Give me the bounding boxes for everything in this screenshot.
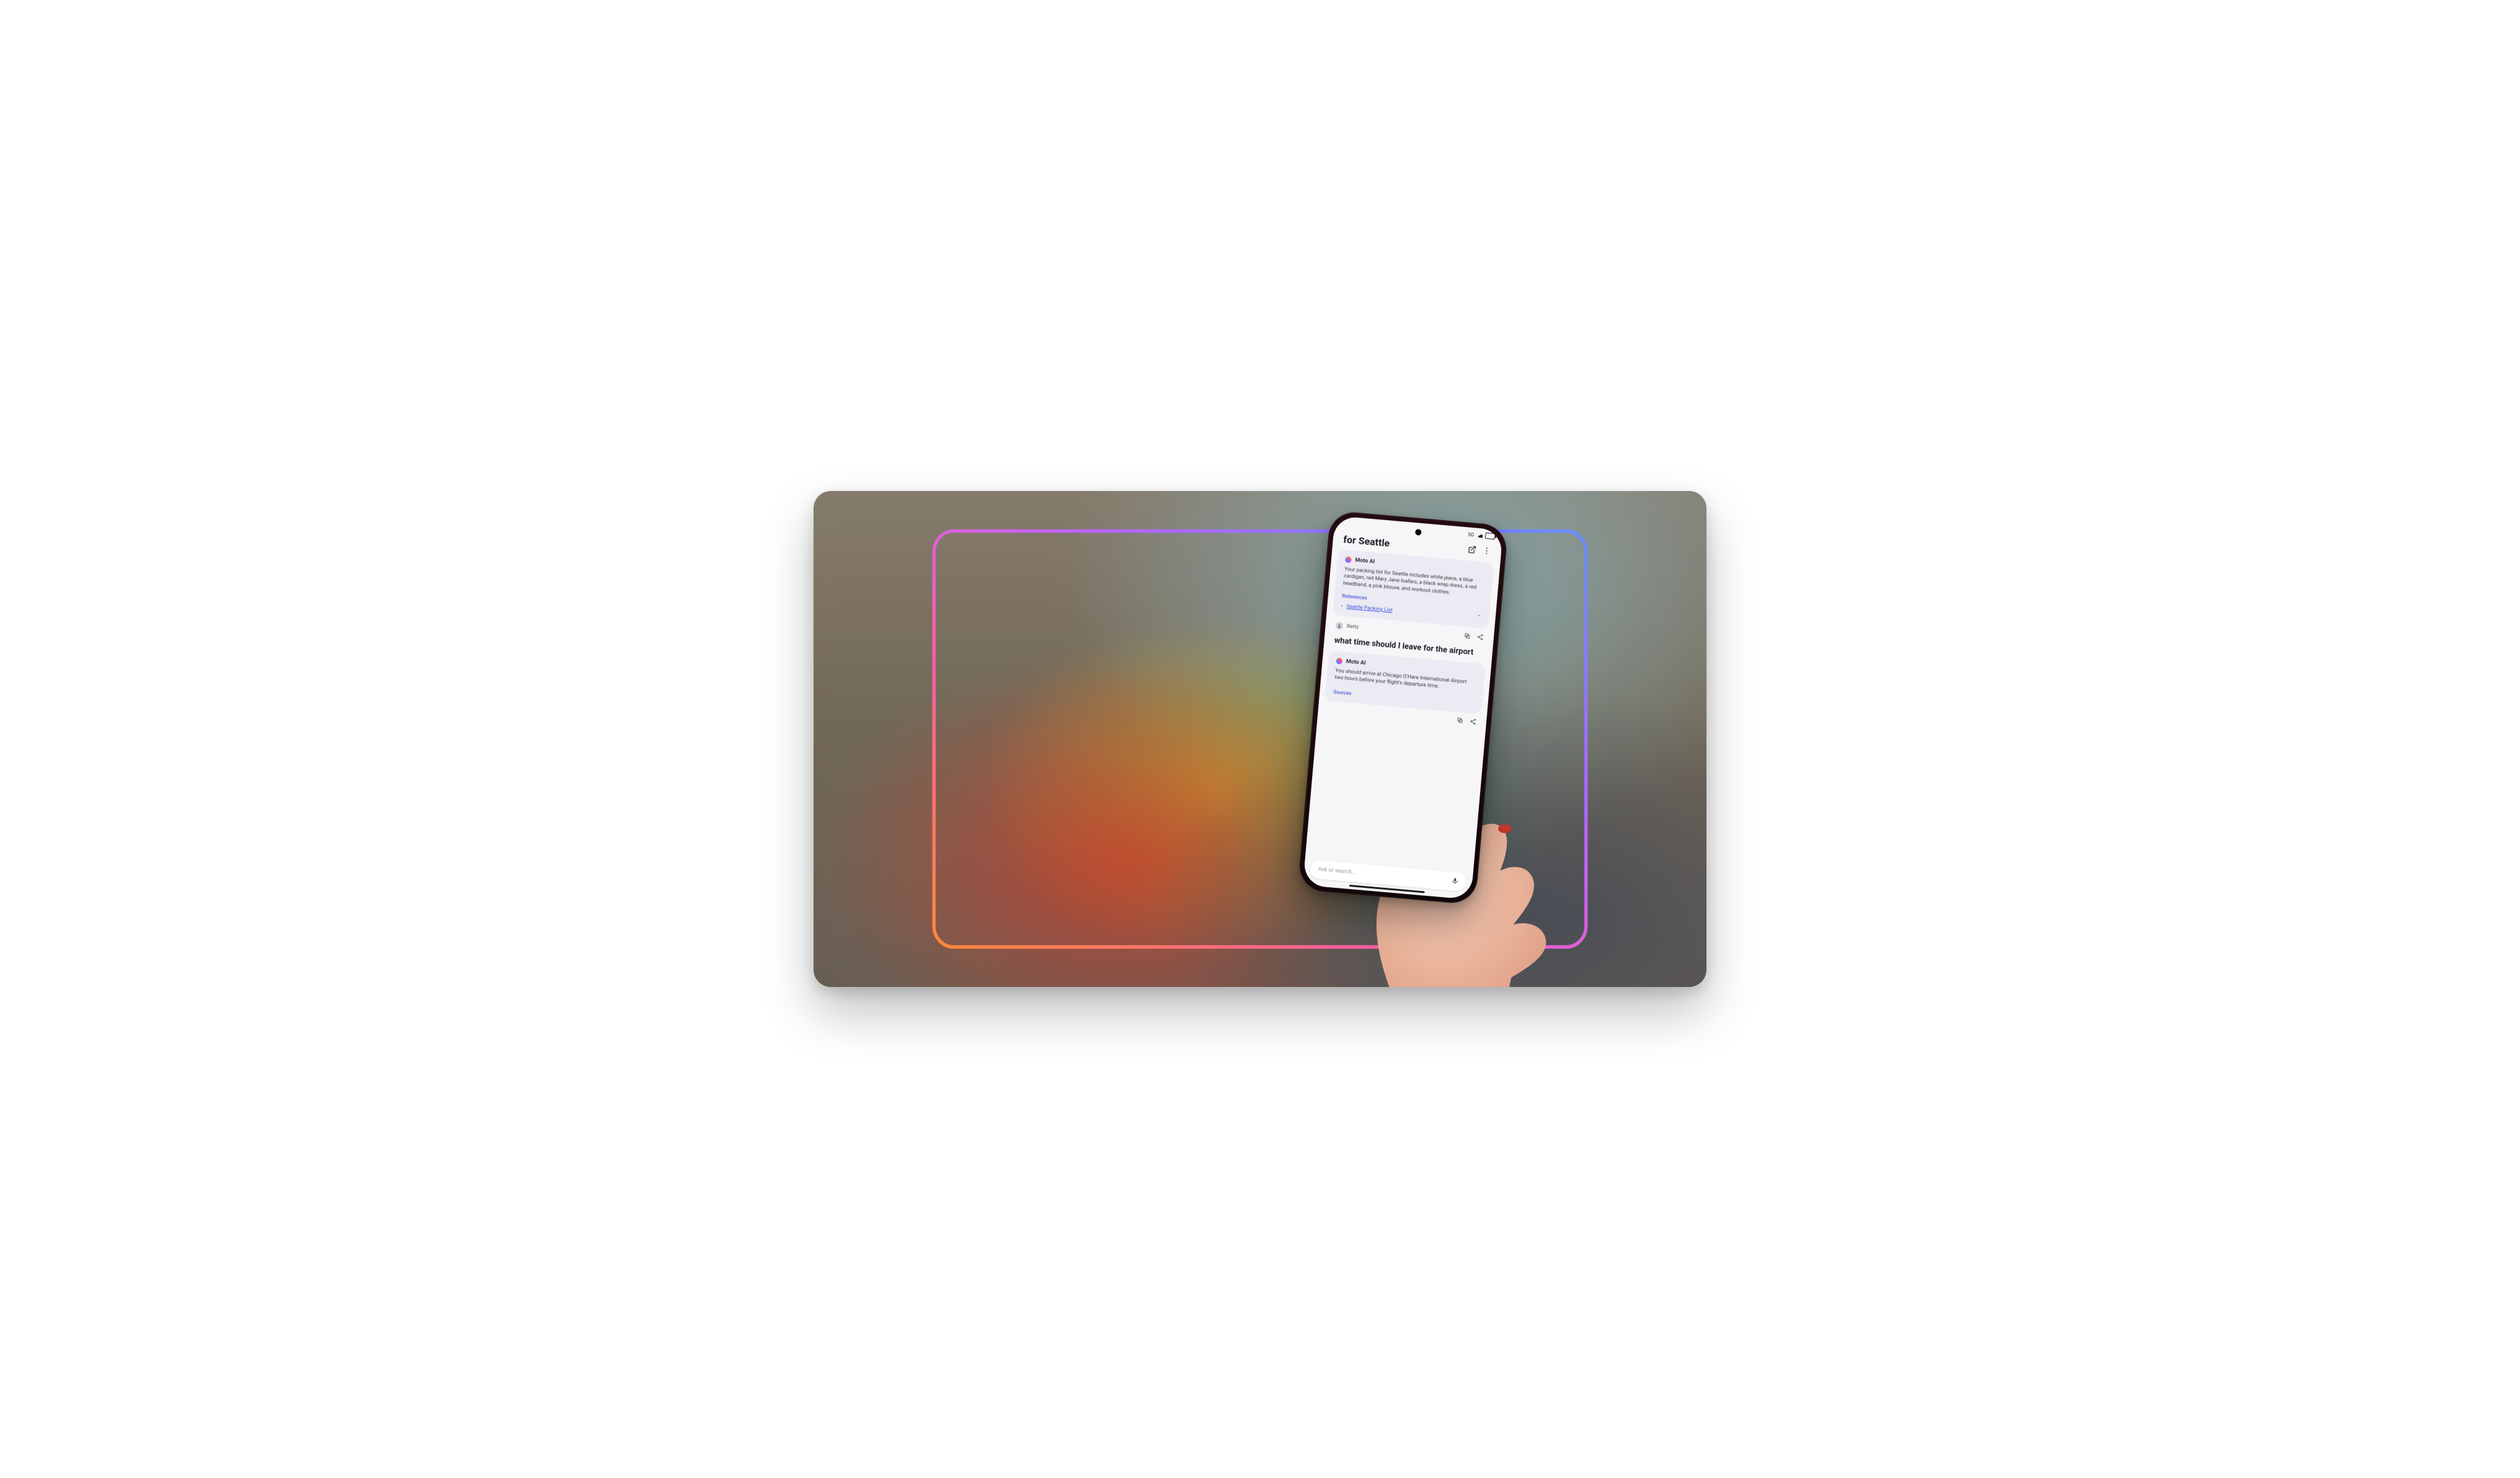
ai-card-packing: Moto AI Your packing list for Seattle in… xyxy=(1333,550,1493,629)
battery-icon xyxy=(1485,533,1496,539)
ai-name-label: Moto AI xyxy=(1346,658,1366,666)
moto-ai-icon xyxy=(1336,658,1342,665)
user-name-label: Betty xyxy=(1346,624,1359,631)
open-external-icon[interactable] xyxy=(1467,545,1476,556)
network-label: 5G xyxy=(1468,531,1475,538)
ai-card-airport: Moto AI You should arrive at Chicago O'H… xyxy=(1325,651,1485,714)
copy-icon[interactable] xyxy=(1456,717,1463,726)
ai-name-label: Moto AI xyxy=(1355,557,1375,565)
promo-frame: 5G for Seattle xyxy=(814,491,1706,987)
share-icon[interactable] xyxy=(1476,634,1484,643)
page-title: for Seattle xyxy=(1342,533,1390,549)
moto-ai-icon xyxy=(1345,556,1352,563)
chevron-up-icon[interactable]: ⌃ xyxy=(1476,614,1481,622)
phone-status-bar: 5G xyxy=(1468,531,1496,540)
signal-icon xyxy=(1476,533,1483,538)
copy-icon[interactable] xyxy=(1463,632,1471,642)
phone: 5G for Seattle xyxy=(1297,510,1508,905)
more-icon[interactable] xyxy=(1482,546,1491,557)
avatar xyxy=(1335,622,1343,630)
search-placeholder: Ask or search... xyxy=(1318,867,1356,876)
phone-camera-hole xyxy=(1415,529,1422,536)
reference-link[interactable]: Seattle Packing List xyxy=(1346,603,1393,613)
microphone-icon[interactable] xyxy=(1451,877,1459,887)
share-icon[interactable] xyxy=(1469,717,1476,727)
